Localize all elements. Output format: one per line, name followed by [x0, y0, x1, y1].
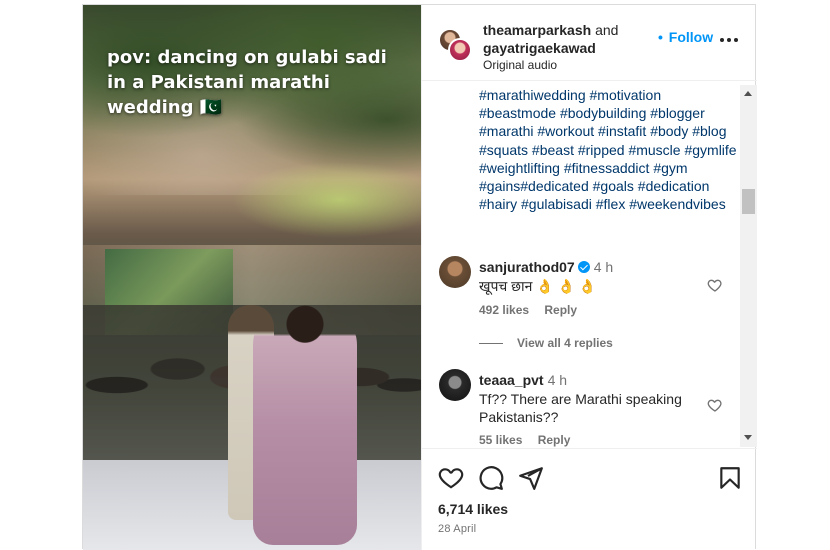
reply-button[interactable]: Reply: [538, 433, 571, 447]
comment-meta: 55 likes Reply: [479, 433, 582, 447]
comment-text: Tf?? There are Marathi speaking Pakistan…: [479, 391, 682, 425]
verified-badge-icon: [577, 261, 590, 273]
post-dialog: pov: dancing on gulabi sadi in a Pakista…: [82, 4, 757, 550]
post-date[interactable]: 28 April: [438, 523, 476, 535]
share-send-icon[interactable]: [518, 465, 544, 491]
comment-time[interactable]: 4 h: [548, 372, 567, 388]
comments-scrollbar[interactable]: [740, 85, 757, 447]
avatar[interactable]: [439, 256, 471, 288]
scroll-up-arrow-icon[interactable]: [744, 91, 752, 96]
separator-dot: •: [658, 29, 663, 45]
dancer-woman: [253, 305, 357, 545]
video-caption-overlay: pov: dancing on gulabi sadi in a Pakista…: [107, 47, 387, 118]
view-replies-button[interactable]: View all 4 replies: [479, 336, 613, 350]
comment-author: sanjurathod07 4 h: [479, 259, 613, 275]
like-comment-heart-icon[interactable]: [707, 277, 723, 293]
author-avatars[interactable]: [438, 28, 472, 62]
comment-text: खूपच छान 👌 👌 👌: [479, 278, 597, 294]
divider: [479, 343, 503, 345]
reel-video[interactable]: pov: dancing on gulabi sadi in a Pakista…: [83, 5, 421, 550]
post-header: theamarparkash and gayatrigaekawad Origi…: [422, 5, 757, 81]
save-bookmark-icon[interactable]: [717, 465, 743, 491]
like-count[interactable]: 6,714 likes: [438, 501, 508, 517]
like-heart-icon[interactable]: [438, 465, 464, 491]
more-horizontal-icon[interactable]: [720, 31, 740, 49]
and-text: and: [595, 22, 619, 38]
audio-link[interactable]: Original audio: [483, 58, 557, 72]
follow-button[interactable]: • Follow: [658, 29, 713, 45]
post-actions: 6,714 likes 28 April: [422, 448, 757, 550]
like-comment-heart-icon[interactable]: [707, 397, 723, 413]
scroll-down-arrow-icon[interactable]: [744, 435, 752, 440]
comment-time[interactable]: 4 h: [594, 259, 613, 275]
comment-likes[interactable]: 492 likes: [479, 303, 529, 317]
scrollbar-thumb[interactable]: [742, 189, 755, 214]
username-link[interactable]: sanjurathod07: [479, 259, 575, 275]
comments-list[interactable]: #marathiwedding #motivation #beastmode #…: [422, 82, 742, 448]
stage-lights: [213, 155, 421, 245]
avatar[interactable]: [439, 369, 471, 401]
avatar[interactable]: [448, 38, 472, 62]
post-side-panel: theamarparkash and gayatrigaekawad Origi…: [421, 5, 757, 550]
comment-meta: 492 likes Reply: [479, 303, 589, 317]
username-link[interactable]: teaaa_pvt: [479, 372, 544, 388]
comment-likes[interactable]: 55 likes: [479, 433, 522, 447]
foreground-heads: [83, 515, 421, 550]
author-link[interactable]: gayatrigaekawad: [483, 40, 596, 56]
comment-icon[interactable]: [478, 465, 504, 491]
comment-author: teaaa_pvt 4 h: [479, 372, 567, 388]
author-names: theamarparkash and gayatrigaekawad: [483, 21, 618, 57]
caption-hashtags[interactable]: #marathiwedding #motivation #beastmode #…: [479, 86, 739, 213]
reply-button[interactable]: Reply: [544, 303, 577, 317]
author-link[interactable]: theamarparkash: [483, 22, 591, 38]
follow-label: Follow: [668, 29, 714, 45]
view-replies-label: View all 4 replies: [517, 336, 613, 350]
